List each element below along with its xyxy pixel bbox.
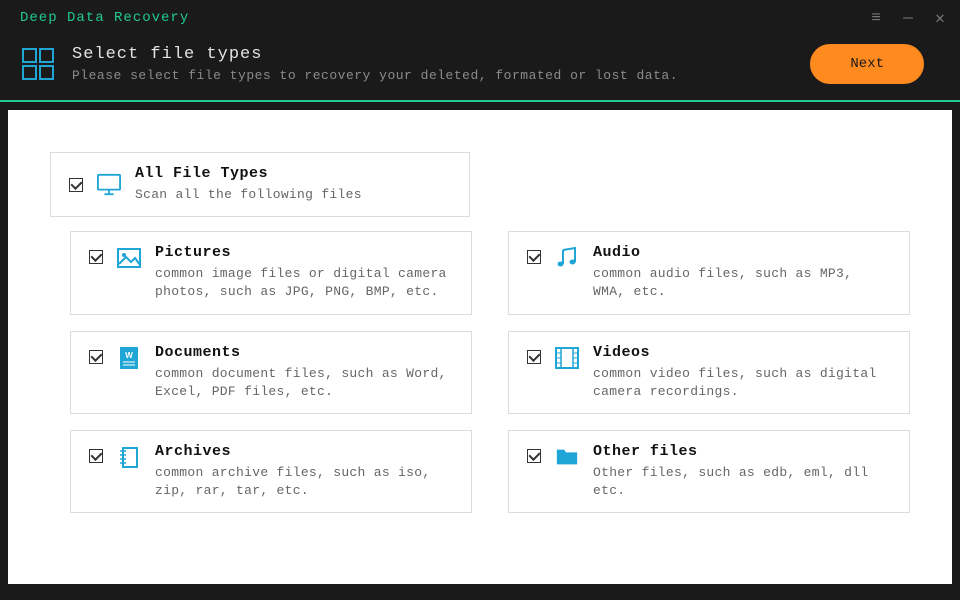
monitor-icon — [97, 173, 121, 197]
archive-icon — [117, 445, 141, 469]
card-title: Documents — [155, 344, 453, 361]
card-text: Archives common archive files, such as i… — [155, 443, 453, 500]
card-title: Videos — [593, 344, 891, 361]
picture-icon — [117, 246, 141, 270]
folder-icon — [555, 445, 579, 469]
card-text: Documents common document files, such as… — [155, 344, 453, 401]
video-film-icon — [555, 346, 579, 370]
card-text: Videos common video files, such as digit… — [593, 344, 891, 401]
card-title: Other files — [593, 443, 891, 460]
svg-text:W: W — [125, 351, 133, 360]
document-icon: W — [117, 346, 141, 370]
page-title: Select file types — [72, 45, 794, 64]
next-button[interactable]: Next — [810, 44, 924, 84]
content-wrap: All File Types Scan all the following fi… — [0, 102, 960, 592]
card-title: Archives — [155, 443, 453, 460]
card-audio[interactable]: Audio common audio files, such as MP3, W… — [508, 231, 910, 314]
menu-icon[interactable]: ≡ — [868, 9, 884, 27]
card-title: All File Types — [135, 165, 451, 182]
content: All File Types Scan all the following fi… — [8, 110, 952, 584]
file-types-grid: Pictures common image files or digital c… — [70, 231, 910, 513]
card-text: All File Types Scan all the following fi… — [135, 165, 451, 204]
card-title: Pictures — [155, 244, 453, 261]
card-other[interactable]: Other files Other files, such as edb, em… — [508, 430, 910, 513]
close-icon[interactable]: ✕ — [932, 8, 948, 28]
card-text: Audio common audio files, such as MP3, W… — [593, 244, 891, 301]
card-text: Other files Other files, such as edb, em… — [593, 443, 891, 500]
checkbox-documents[interactable] — [89, 350, 103, 364]
checkbox-audio[interactable] — [527, 250, 541, 264]
app-title: Deep Data Recovery — [20, 10, 189, 26]
titlebar: Deep Data Recovery ≡ — ✕ — [0, 0, 960, 36]
card-desc: common document files, such as Word, Exc… — [155, 365, 453, 401]
card-text: Pictures common image files or digital c… — [155, 244, 453, 301]
music-note-icon — [555, 246, 579, 270]
minimize-icon[interactable]: — — [900, 9, 916, 27]
card-desc: Other files, such as edb, eml, dll etc. — [593, 464, 891, 500]
card-desc: common archive files, such as iso, zip, … — [155, 464, 453, 500]
card-documents[interactable]: W Documents common document files, such … — [70, 331, 472, 414]
card-archives[interactable]: Archives common archive files, such as i… — [70, 430, 472, 513]
card-videos[interactable]: Videos common video files, such as digit… — [508, 331, 910, 414]
app-logo-icon — [20, 46, 56, 82]
checkbox-pictures[interactable] — [89, 250, 103, 264]
page-subtitle: Please select file types to recovery you… — [72, 68, 794, 83]
card-desc: common video files, such as digital came… — [593, 365, 891, 401]
checkbox-other[interactable] — [527, 449, 541, 463]
card-all-file-types[interactable]: All File Types Scan all the following fi… — [50, 152, 470, 217]
card-desc: common audio files, such as MP3, WMA, et… — [593, 265, 891, 301]
header: Select file types Please select file typ… — [0, 36, 960, 100]
card-desc: Scan all the following files — [135, 186, 451, 204]
card-pictures[interactable]: Pictures common image files or digital c… — [70, 231, 472, 314]
window-controls: ≡ — ✕ — [868, 8, 948, 28]
header-text: Select file types Please select file typ… — [72, 45, 794, 83]
checkbox-videos[interactable] — [527, 350, 541, 364]
checkbox-all[interactable] — [69, 178, 83, 192]
card-desc: common image files or digital camera pho… — [155, 265, 453, 301]
card-title: Audio — [593, 244, 891, 261]
checkbox-archives[interactable] — [89, 449, 103, 463]
